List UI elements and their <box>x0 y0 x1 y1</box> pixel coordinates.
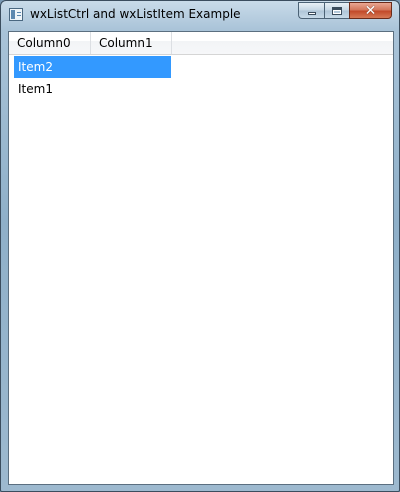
app-window-icon[interactable] <box>9 8 23 21</box>
close-icon: ✕ <box>364 2 377 19</box>
list-item-label: Item1 <box>18 82 53 96</box>
column-header-column0[interactable]: Column0 <box>9 32 91 54</box>
column-header-column1[interactable]: Column1 <box>91 32 172 54</box>
window-title: wxListCtrl and wxListItem Example <box>30 7 241 21</box>
list-control[interactable]: Column0 Column1 Item2 Item1 <box>9 32 393 484</box>
list-item-item1[interactable]: Item1 <box>14 78 171 100</box>
list-item-label: Item2 <box>18 60 53 74</box>
maximize-icon <box>332 6 342 15</box>
client-area: Column0 Column1 Item2 Item1 <box>8 31 394 485</box>
minimize-button[interactable] <box>298 2 324 19</box>
list-item-item2[interactable]: Item2 <box>14 56 171 78</box>
maximize-button[interactable] <box>324 2 349 19</box>
caption-buttons: ✕ <box>298 2 392 20</box>
minimize-icon <box>307 12 316 15</box>
main-window: wxListCtrl and wxListItem Example ✕ Colu… <box>0 0 400 492</box>
close-button[interactable]: ✕ <box>349 2 392 19</box>
list-header: Column0 Column1 <box>9 32 393 55</box>
title-bar[interactable]: wxListCtrl and wxListItem Example ✕ <box>1 1 399 29</box>
